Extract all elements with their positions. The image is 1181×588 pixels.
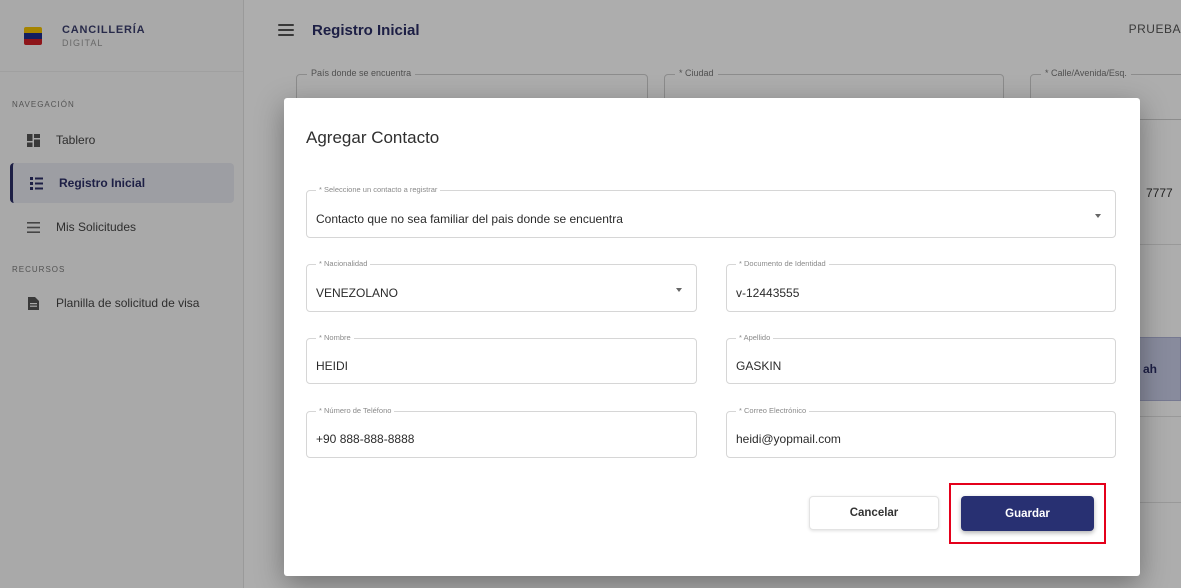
contact-type-label: * Seleccione un contacto a registrar bbox=[316, 185, 441, 194]
nationality-select[interactable]: * Nacionalidad VENEZOLANO bbox=[306, 259, 697, 312]
contact-type-value: Contacto que no sea familiar del pais do… bbox=[316, 212, 623, 226]
email-field[interactable]: * Correo Electrónico heidi@yopmail.com bbox=[726, 406, 1116, 458]
phone-value: +90 888-888-8888 bbox=[316, 432, 415, 446]
id-document-value: v-12443555 bbox=[736, 286, 800, 300]
contact-type-select[interactable]: * Seleccione un contacto a registrar Con… bbox=[306, 185, 1116, 238]
add-contact-dialog: Agregar Contacto * Seleccione un contact… bbox=[284, 98, 1140, 576]
id-document-label: * Documento de Identidad bbox=[736, 259, 829, 268]
chevron-down-icon bbox=[676, 288, 682, 292]
id-document-field[interactable]: * Documento de Identidad v-12443555 bbox=[726, 259, 1116, 312]
phone-field[interactable]: * Número de Teléfono +90 888-888-8888 bbox=[306, 406, 697, 458]
email-value: heidi@yopmail.com bbox=[736, 432, 841, 446]
dialog-title: Agregar Contacto bbox=[306, 128, 440, 147]
last-name-field[interactable]: * Apellido GASKIN bbox=[726, 333, 1116, 384]
nationality-value: VENEZOLANO bbox=[316, 286, 399, 300]
first-name-label: * Nombre bbox=[316, 333, 354, 342]
chevron-down-icon bbox=[1095, 214, 1101, 218]
cancel-button[interactable]: Cancelar bbox=[809, 496, 939, 530]
first-name-value: HEIDI bbox=[316, 359, 349, 373]
first-name-field[interactable]: * Nombre HEIDI bbox=[306, 333, 697, 384]
last-name-value: GASKIN bbox=[736, 359, 782, 373]
save-button-highlight bbox=[949, 483, 1106, 544]
nationality-label: * Nacionalidad bbox=[316, 259, 371, 268]
email-label: * Correo Electrónico bbox=[736, 406, 810, 415]
phone-label: * Número de Teléfono bbox=[316, 406, 395, 415]
last-name-label: * Apellido bbox=[736, 333, 774, 342]
